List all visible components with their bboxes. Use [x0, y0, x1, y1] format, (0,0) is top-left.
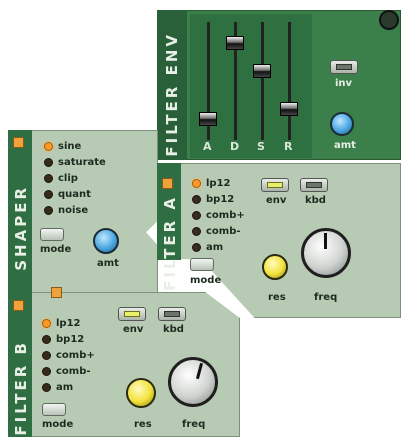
filter-b-enable-button[interactable] — [13, 300, 24, 311]
shaper-option-led[interactable] — [44, 190, 53, 199]
shaper-option-label: noise — [58, 205, 89, 216]
shaper-option-label: saturate — [58, 157, 106, 168]
sustain-slider[interactable] — [253, 22, 271, 140]
filter-b-freq-knob[interactable] — [168, 357, 218, 407]
filter-a-enable-button[interactable] — [162, 178, 173, 189]
shaper-amt-label: amt — [97, 258, 119, 269]
release-label: R — [284, 140, 293, 153]
shaper-option-label: quant — [58, 189, 91, 200]
filter-a-type-led[interactable] — [192, 243, 201, 252]
filter-b-type-led[interactable] — [42, 319, 51, 328]
filter-b-env-label: env — [123, 324, 144, 335]
attack-slider[interactable] — [199, 22, 217, 140]
filter-env-title: FILTER ENV — [163, 32, 181, 157]
release-slider-thumb[interactable] — [280, 102, 298, 116]
filter-b-kbd-button[interactable] — [158, 307, 186, 321]
decay-slider[interactable] — [226, 22, 244, 140]
filter-a-type-led[interactable] — [192, 179, 201, 188]
filter-b-res-label: res — [134, 419, 152, 430]
release-slider[interactable] — [280, 22, 298, 140]
filter-a-env-label: env — [266, 195, 287, 206]
sustain-slider-thumb[interactable] — [253, 64, 271, 78]
filter-a-env-button[interactable] — [261, 178, 289, 192]
attack-label: A — [203, 140, 212, 153]
shaper-option-led[interactable] — [44, 174, 53, 183]
filter-b-freq-pointer — [195, 362, 204, 380]
filter-a-kbd-button[interactable] — [300, 178, 328, 192]
sustain-label: S — [257, 140, 265, 153]
filter-b-type-led[interactable] — [42, 383, 51, 392]
filter-a-env-lamp — [267, 182, 283, 188]
shaper-option-led[interactable] — [44, 142, 53, 151]
filter-b-type-label: comb- — [56, 366, 91, 377]
shaper-option-label: clip — [58, 173, 78, 184]
filter-a-kbd-label: kbd — [305, 195, 326, 206]
filter-a-type-led[interactable] — [192, 195, 201, 204]
filter-b-kbd-lamp — [164, 311, 180, 317]
filter-b-mode-button[interactable] — [42, 403, 66, 416]
filter-b-freq-label: freq — [182, 419, 206, 430]
filter-b-type-led[interactable] — [42, 367, 51, 376]
shaper-mode-button[interactable] — [40, 228, 64, 241]
filter-a-freq-pointer — [324, 233, 327, 249]
filter-a-type-label: comb- — [206, 226, 241, 237]
filter-a-type-led[interactable] — [192, 211, 201, 220]
filter-b-routing-button[interactable] — [51, 287, 62, 298]
inv-label: inv — [335, 78, 353, 89]
shaper-enable-button[interactable] — [13, 137, 24, 148]
filter-a-res-label: res — [268, 292, 286, 303]
filter-a-type-led[interactable] — [192, 227, 201, 236]
filter-b-env-lamp — [124, 311, 140, 317]
filter-a-res-knob[interactable] — [262, 254, 288, 280]
filter-b-type-label: am — [56, 382, 74, 393]
filter-a-type-label: lp12 — [206, 178, 231, 189]
filter-a-title: FILTER A — [161, 195, 179, 291]
filter-a-type-label: am — [206, 242, 224, 253]
filter-a-kbd-lamp — [306, 182, 322, 188]
filter-b-type-led[interactable] — [42, 351, 51, 360]
corner-knob — [379, 10, 399, 30]
shaper-option-led[interactable] — [44, 206, 53, 215]
filter-a-mode-button[interactable] — [190, 258, 214, 271]
filter-b-mode-label: mode — [42, 419, 74, 430]
filter-b-res-knob[interactable] — [126, 378, 156, 408]
shaper-title: SHAPER — [12, 185, 30, 271]
decay-slider-thumb[interactable] — [226, 36, 244, 50]
filter-b-env-button[interactable] — [118, 307, 146, 321]
shaper-option-label: sine — [58, 141, 82, 152]
shaper-option-led[interactable] — [44, 158, 53, 167]
filter-b-title: FILTER B — [12, 340, 30, 436]
filter-a-freq-knob[interactable] — [301, 228, 351, 278]
filter-env-amt-label: amt — [334, 140, 356, 151]
filter-a-type-label: bp12 — [206, 194, 235, 205]
filter-b-type-label: bp12 — [56, 334, 85, 345]
filter-env-amt-knob[interactable] — [330, 112, 354, 136]
filter-b-type-label: comb+ — [56, 350, 95, 361]
attack-slider-thumb[interactable] — [199, 112, 217, 126]
filter-a-type-label: comb+ — [206, 210, 245, 221]
inv-lamp — [336, 64, 352, 70]
filter-b-type-label: lp12 — [56, 318, 81, 329]
shaper-mode-label: mode — [40, 244, 72, 255]
filter-a-mode-label: mode — [190, 275, 222, 286]
filter-b-type-led[interactable] — [42, 335, 51, 344]
shaper-amt-knob[interactable] — [93, 228, 119, 254]
decay-label: D — [230, 140, 240, 153]
inv-button[interactable] — [330, 60, 358, 74]
filter-b-kbd-label: kbd — [163, 324, 184, 335]
filter-a-freq-label: freq — [314, 292, 338, 303]
